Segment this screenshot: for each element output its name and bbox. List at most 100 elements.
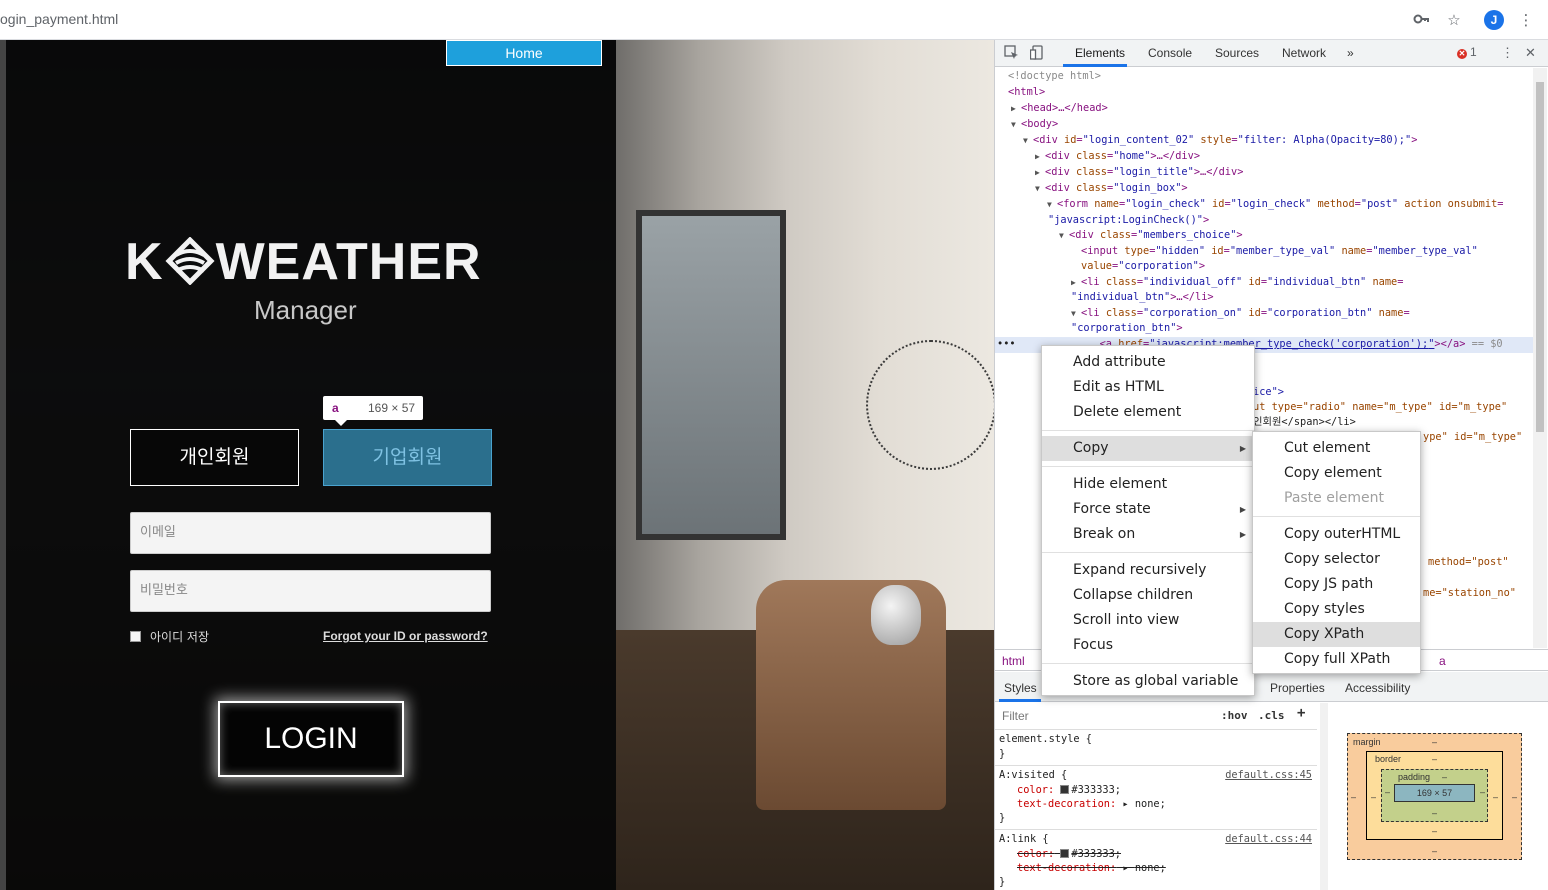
address-bar-url[interactable]: ogin_payment.html xyxy=(0,11,118,27)
visited-decoration-decl[interactable]: text-decoration: ▸ none; xyxy=(1017,798,1166,810)
menu-item-add-attribute[interactable]: Add attribute xyxy=(1042,350,1254,375)
link-color-decl[interactable]: color: #333333; xyxy=(1017,848,1121,860)
box-model-padding[interactable]: padding – – – – 169 × 57 xyxy=(1381,769,1488,822)
dom-node-li-individual-cont[interactable]: "individual_btn">…</li> xyxy=(1071,290,1214,306)
tab-properties[interactable]: Properties xyxy=(1270,681,1325,695)
submenu-item-copy-js-path[interactable]: Copy JS path xyxy=(1253,572,1420,597)
inspect-tooltip: a 169 × 57 xyxy=(323,396,423,426)
menu-item-delete-element[interactable]: Delete element xyxy=(1042,400,1254,425)
dom-node-input-cont[interactable]: value="corporation"> xyxy=(1081,259,1205,275)
tab-console[interactable]: Console xyxy=(1148,46,1192,60)
submenu-item-copy-element[interactable]: Copy element xyxy=(1253,461,1420,486)
element-style-selector[interactable]: element.style { xyxy=(999,733,1092,745)
link-rule-selector[interactable]: A:link { xyxy=(999,833,1049,845)
dom-node-fragment-2[interactable]: ut type="radio" name="m_type" id="m_type… xyxy=(1253,400,1507,416)
devtools-menu-icon[interactable]: ⋮ xyxy=(1501,45,1514,61)
remember-id[interactable]: 아이디 저장 xyxy=(130,628,209,645)
dom-node-fragment-4[interactable]: ype" id="m_type" xyxy=(1423,430,1522,446)
color-swatch[interactable] xyxy=(1060,849,1070,858)
submenu-item-copy-full-xpath[interactable]: Copy full XPath xyxy=(1253,647,1420,672)
error-counter[interactable]: ✕ 1 xyxy=(1457,45,1477,59)
dom-node-html[interactable]: <html> xyxy=(1008,85,1045,101)
profile-avatar[interactable]: J xyxy=(1484,10,1504,30)
dom-node-form[interactable]: ▼ <form name="login_check" id="login_chec… xyxy=(1047,197,1503,213)
forgot-credentials-link[interactable]: Forgot your ID or password? xyxy=(323,629,488,643)
remember-id-checkbox[interactable] xyxy=(130,631,141,642)
dom-node-fragment-6[interactable]: me="station_no" xyxy=(1423,586,1516,602)
submenu-item-copy-outerhtml[interactable]: Copy outerHTML xyxy=(1253,522,1420,547)
tab-elements[interactable]: Elements xyxy=(1075,46,1125,60)
tab-sources[interactable]: Sources xyxy=(1215,46,1259,60)
key-icon[interactable] xyxy=(1411,10,1431,30)
submenu-item-cut-element[interactable]: Cut element xyxy=(1253,436,1420,461)
home-button[interactable]: Home xyxy=(446,40,602,66)
styles-filter-input[interactable]: Filter xyxy=(998,706,1210,726)
menu-item-store-global-variable[interactable]: Store as global variable xyxy=(1042,669,1254,694)
star-icon[interactable]: ☆ xyxy=(1444,10,1464,30)
box-model-content[interactable]: 169 × 57 xyxy=(1394,784,1475,802)
kebab-menu-icon[interactable]: ⋮ xyxy=(1516,10,1536,30)
dom-node-li-corporation-cont[interactable]: "corporation_btn"> xyxy=(1071,321,1183,337)
dom-node-body[interactable]: ▼ <body> xyxy=(1011,117,1058,133)
menu-item-expand-recursively[interactable]: Expand recursively xyxy=(1042,558,1254,583)
menu-item-force-state[interactable]: Force state ▶ xyxy=(1042,497,1254,522)
dom-node-fragment-3[interactable]: 인회원</span></li> xyxy=(1253,415,1356,431)
dom-node-div-login-title[interactable]: ▶ <div class="login_title">…</div> xyxy=(1035,165,1243,181)
menu-item-hide-element[interactable]: Hide element xyxy=(1042,472,1254,497)
dom-node-fragment-5[interactable]: method="post" xyxy=(1428,555,1509,571)
new-style-rule-button[interactable]: + xyxy=(1297,705,1305,721)
corporation-member-button[interactable]: 기업회원 xyxy=(323,429,492,486)
menu-item-focus[interactable]: Focus xyxy=(1042,633,1254,658)
email-input[interactable]: 이메일 xyxy=(130,512,491,554)
tab-styles[interactable]: Styles xyxy=(1004,681,1037,695)
link-decoration-decl[interactable]: text-decoration: ▸ none; xyxy=(1017,862,1166,874)
visited-color-decl[interactable]: color: #333333; xyxy=(1017,784,1121,796)
password-input[interactable]: 비밀번호 xyxy=(130,570,491,612)
dom-node-div-login-box[interactable]: ▼ <div class="login_box"> xyxy=(1035,181,1188,197)
background-photo xyxy=(616,40,994,890)
styles-scrollbar[interactable] xyxy=(1320,703,1328,890)
dom-node-li-corporation[interactable]: ▼ <li class="corporation_on" id="corporat… xyxy=(1071,306,1410,322)
visited-rule-close: } xyxy=(999,812,1006,824)
inspect-element-icon[interactable] xyxy=(1004,45,1019,63)
submenu-item-copy-selector[interactable]: Copy selector xyxy=(1253,547,1420,572)
link-rule-source-link[interactable]: default.css:44 xyxy=(1225,833,1312,845)
box-model-border[interactable]: border – – – – padding – – – – 169 × 57 xyxy=(1366,751,1503,840)
visited-rule-source-link[interactable]: default.css:45 xyxy=(1225,769,1312,781)
individual-member-button[interactable]: 개인회원 xyxy=(130,429,299,486)
dom-node-form-cont[interactable]: "javascript:LoginCheck()"> xyxy=(1048,213,1209,229)
hover-state-button[interactable]: :hov xyxy=(1221,709,1248,722)
dom-node-doctype[interactable]: <!doctype html> xyxy=(1008,69,1101,85)
menu-item-break-on[interactable]: Break on ▶ xyxy=(1042,522,1254,547)
menu-item-edit-as-html[interactable]: Edit as HTML xyxy=(1042,375,1254,400)
more-tabs-icon[interactable]: » xyxy=(1347,46,1354,60)
device-toolbar-icon[interactable] xyxy=(1029,45,1044,63)
menu-item-copy[interactable]: Copy ▶ xyxy=(1042,436,1254,461)
dom-tree-scrollbar[interactable] xyxy=(1533,68,1547,648)
submenu-item-copy-xpath[interactable]: Copy XPath xyxy=(1253,622,1420,647)
styles-pane: Filter :hov .cls + element.style { } A:v… xyxy=(995,703,1320,890)
visited-rule-selector[interactable]: A:visited { xyxy=(999,769,1067,781)
breadcrumb-a[interactable]: a xyxy=(1439,654,1446,668)
menu-item-collapse-children[interactable]: Collapse children xyxy=(1042,583,1254,608)
color-swatch[interactable] xyxy=(1060,785,1070,794)
dom-node-div-home[interactable]: ▶ <div class="home">…</div> xyxy=(1035,149,1200,165)
tab-accessibility[interactable]: Accessibility xyxy=(1345,681,1410,695)
photo-lamp xyxy=(871,585,921,645)
submenu-item-copy-styles[interactable]: Copy styles xyxy=(1253,597,1420,622)
menu-item-scroll-into-view[interactable]: Scroll into view xyxy=(1042,608,1254,633)
close-devtools-icon[interactable]: ✕ xyxy=(1525,45,1536,61)
dom-node-head[interactable]: ▶ <head>…</head> xyxy=(1011,101,1108,117)
dom-node-li-individual[interactable]: ▶ <li class="individual_off" id="individu… xyxy=(1071,275,1403,291)
breadcrumb-html[interactable]: html xyxy=(1002,654,1025,668)
dom-node-members-choice[interactable]: ▼ <div class="members_choice"> xyxy=(1059,228,1243,244)
login-button[interactable]: LOGIN xyxy=(218,701,404,777)
box-model-margin[interactable]: margin – – – – border – – – – padding – … xyxy=(1347,733,1522,860)
browser-toolbar: ogin_payment.html ☆ J ⋮ xyxy=(0,0,1548,40)
dom-node-login-content[interactable]: ▼ <div id="login_content_02" style="filte… xyxy=(1023,133,1417,149)
dom-tree-scroll-thumb[interactable] xyxy=(1536,82,1544,432)
tab-network[interactable]: Network xyxy=(1282,46,1326,60)
dom-node-fragment-1[interactable]: ice"> xyxy=(1253,385,1284,401)
dom-node-input-hidden[interactable]: <input type="hidden" id="member_type_val… xyxy=(1081,244,1478,260)
class-toggle-button[interactable]: .cls xyxy=(1258,709,1285,722)
